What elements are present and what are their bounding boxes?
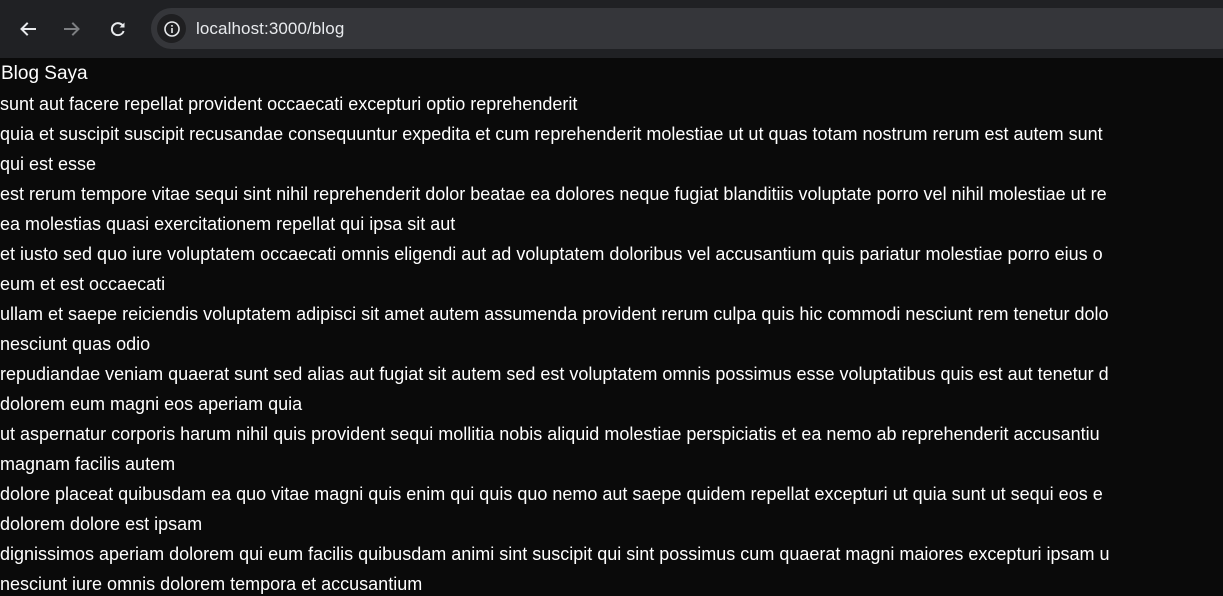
info-circle-icon — [163, 20, 180, 37]
post-title: dolorem eum magni eos aperiam quia — [0, 394, 303, 414]
post-item: nesciunt quas odio repudiandae veniam qu… — [0, 329, 1223, 389]
post-item: dolorem eum magni eos aperiam quia ut as… — [0, 389, 1223, 449]
arrow-right-icon — [64, 22, 80, 36]
back-button[interactable] — [10, 11, 46, 47]
post-item: dolorem dolore est ipsam dignissimos ape… — [0, 509, 1223, 569]
post-item: sunt aut facere repellat provident occae… — [0, 89, 1223, 149]
post-title: magnam facilis autem — [0, 454, 176, 474]
post-body: ut aspernatur corporis harum nihil quis … — [0, 424, 1100, 444]
post-item: eum et est occaecati ullam et saepe reic… — [0, 269, 1223, 329]
post-title: qui est esse — [0, 154, 97, 174]
post-item: ea molestias quasi exercitationem repell… — [0, 209, 1223, 269]
blog-page: Blog Saya sunt aut facere repellat provi… — [0, 58, 1223, 596]
post-body: dignissimos aperiam dolorem qui eum faci… — [0, 544, 1110, 564]
post-title: dolorem dolore est ipsam — [0, 514, 203, 534]
page-title: Blog Saya — [1, 63, 88, 84]
post-title: eum et est occaecati — [0, 274, 166, 294]
post-item: magnam facilis autem dolore placeat quib… — [0, 449, 1223, 509]
reload-icon — [110, 22, 125, 37]
post-item: nesciunt iure omnis dolorem tempora et a… — [0, 569, 1223, 596]
post-body: quia et suscipit suscipit recusandae con… — [0, 124, 1103, 144]
post-title: sunt aut facere repellat provident occae… — [0, 94, 578, 114]
post-body: dolore placeat quibusdam ea quo vitae ma… — [0, 484, 1103, 504]
post-body: et iusto sed quo iure voluptatem occaeca… — [0, 244, 1103, 264]
url-text[interactable]: localhost:3000/blog — [196, 19, 344, 39]
reload-button[interactable] — [100, 11, 136, 47]
address-bar[interactable]: localhost:3000/blog — [151, 8, 1223, 49]
arrow-left-icon — [20, 22, 36, 36]
post-title: ea molestias quasi exercitationem repell… — [0, 214, 456, 234]
browser-toolbar: localhost:3000/blog — [0, 0, 1223, 58]
post-title: nesciunt quas odio — [0, 334, 151, 354]
site-info-button[interactable] — [157, 14, 186, 43]
post-body: ullam et saepe reiciendis voluptatem adi… — [0, 304, 1109, 324]
post-body: repudiandae veniam quaerat sunt sed alia… — [0, 364, 1109, 384]
post-body: est rerum tempore vitae sequi sint nihil… — [0, 184, 1107, 204]
post-title: nesciunt iure omnis dolorem tempora et a… — [0, 574, 423, 594]
post-item: qui est esse est rerum tempore vitae seq… — [0, 149, 1223, 209]
forward-button[interactable] — [54, 11, 90, 47]
